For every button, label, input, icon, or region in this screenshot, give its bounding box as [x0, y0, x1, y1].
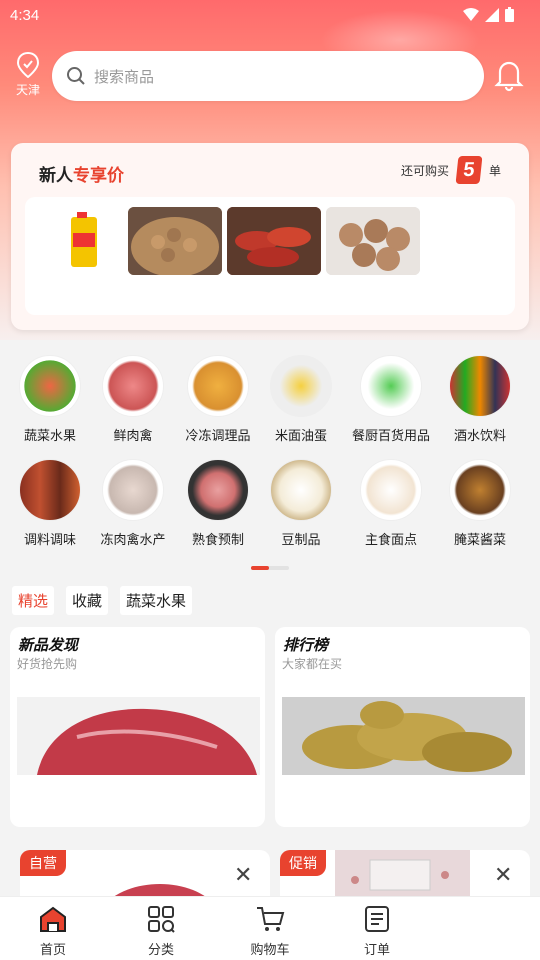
ranking-image [282, 697, 525, 775]
tab-favorites[interactable]: 收藏 [66, 586, 109, 615]
remaining-count: 5 [455, 156, 483, 184]
product-image-walnuts[interactable] [326, 207, 420, 275]
category-icon [19, 459, 81, 521]
wifi-icon [463, 7, 479, 21]
category-frozen-prepared[interactable]: 冷冻调理品 [173, 355, 263, 444]
self-operated-badge: 自营 [20, 850, 66, 876]
new-products-image [17, 697, 260, 775]
nav-orders[interactable]: 订单 [337, 905, 417, 958]
cart-icon [257, 907, 285, 931]
search-icon [67, 67, 85, 85]
category-kitchen-goods[interactable]: 餐厨百货用品 [346, 355, 436, 444]
product-image-oil[interactable] [37, 207, 131, 275]
status-bar: 4:34 [0, 0, 540, 32]
page-indicator [251, 566, 289, 570]
ranking-subtitle: 大家都在买 [282, 657, 343, 671]
nav-cart[interactable]: 购物车 [230, 905, 310, 958]
category-icon [187, 355, 249, 417]
category-icon [270, 355, 332, 417]
category-staple-pastry[interactable]: 主食面点 [346, 459, 436, 548]
remaining-purchases: 还可购买 5 单 [401, 156, 501, 184]
category-vegetables-fruits[interactable]: 蔬菜水果 [5, 355, 95, 444]
category-icon [102, 355, 164, 417]
search-bar[interactable]: 搜索商品 [52, 51, 484, 101]
new-products-card[interactable]: 新品发现 好货抢先购 [10, 627, 265, 827]
category-pickles[interactable]: 腌菜酱菜 [435, 459, 525, 548]
bottom-navigation: 首页 分类 购物车 订单 [0, 896, 540, 960]
category-icon [19, 355, 81, 417]
category-icon [449, 355, 511, 417]
nav-category[interactable]: 分类 [121, 905, 201, 958]
category-grid-icon [148, 906, 175, 933]
category-frozen-meat-seafood[interactable]: 冻肉禽水产 [88, 459, 178, 548]
notification-button[interactable] [494, 58, 524, 97]
category-icon [360, 355, 422, 417]
home-icon [40, 906, 66, 932]
new-user-title: 新人专享价 [39, 166, 124, 185]
category-icon [270, 459, 332, 521]
tab-selected[interactable]: 精选 [12, 586, 55, 615]
promotion-badge: 促销 [280, 850, 326, 876]
category-tofu[interactable]: 豆制品 [256, 459, 346, 548]
location-selector[interactable]: 天津 [12, 51, 44, 98]
category-rice-flour-oil[interactable]: 米面油蛋 [256, 355, 346, 444]
status-time: 4:34 [10, 7, 40, 24]
category-icon [449, 459, 511, 521]
signal-icon [485, 7, 499, 22]
battery-icon [505, 7, 514, 22]
new-user-product-strip [25, 197, 515, 315]
ranking-card[interactable]: 排行榜 大家都在买 [275, 627, 530, 827]
product-image-nuts[interactable] [128, 207, 222, 275]
category-icon [102, 459, 164, 521]
location-label: 天津 [15, 83, 40, 97]
category-cooked-food[interactable]: 熟食预制 [173, 459, 263, 548]
bell-icon [494, 61, 524, 92]
nav-home[interactable]: 首页 [13, 905, 93, 958]
category-drinks[interactable]: 酒水饮料 [435, 355, 525, 444]
new-products-subtitle: 好货抢先购 [17, 657, 78, 671]
new-user-price-card[interactable]: 新人专享价 还可购买 5 单 [11, 143, 529, 330]
close-icon[interactable]: ✕ [234, 862, 252, 888]
close-icon[interactable]: ✕ [494, 862, 512, 888]
category-icon [187, 459, 249, 521]
ranking-title: 排行榜 [283, 637, 329, 654]
filter-tabs: 精选 收藏 蔬菜水果 [12, 586, 193, 615]
product-image-shrimp[interactable] [227, 207, 321, 275]
location-pin-icon [16, 51, 40, 79]
category-icon [360, 459, 422, 521]
new-products-title: 新品发现 [18, 637, 79, 654]
search-placeholder: 搜索商品 [94, 68, 155, 86]
order-list-icon [365, 906, 389, 932]
tab-vegetables-fruits[interactable]: 蔬菜水果 [120, 586, 193, 615]
category-seasoning[interactable]: 调料调味 [5, 459, 95, 548]
category-fresh-meat[interactable]: 鲜肉禽 [88, 355, 178, 444]
